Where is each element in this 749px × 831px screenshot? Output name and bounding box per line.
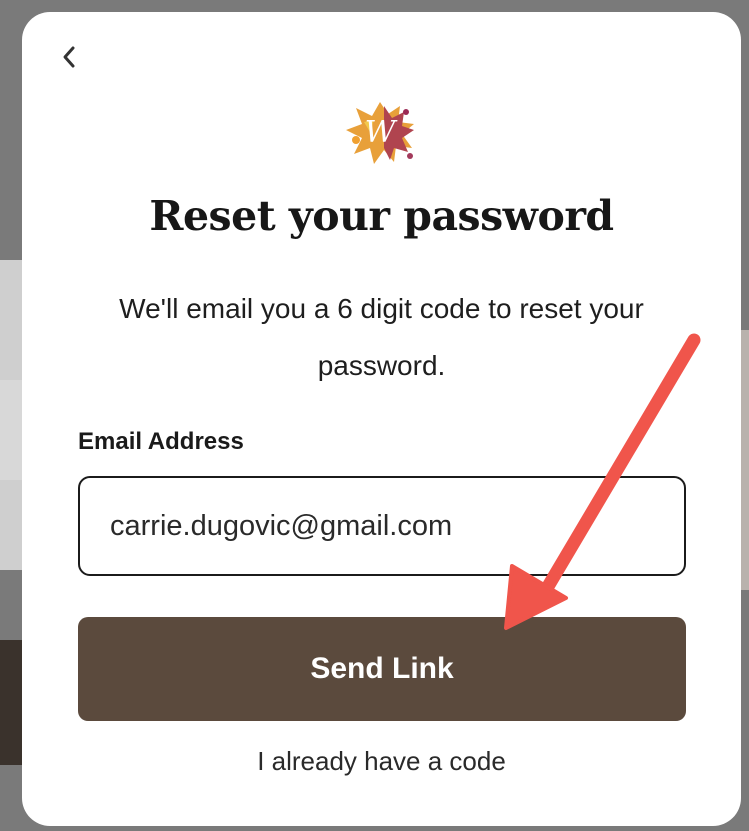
reset-password-dialog: W Reset your password We'll email you a … xyxy=(22,12,741,826)
already-have-code-link[interactable]: I already have a code xyxy=(22,746,741,777)
backdrop-panel xyxy=(0,380,24,480)
email-field[interactable] xyxy=(78,476,686,576)
w-splash-logo-icon: W xyxy=(346,102,414,164)
email-label: Email Address xyxy=(78,428,244,455)
back-button[interactable] xyxy=(54,42,84,72)
chevron-left-icon xyxy=(63,46,75,68)
backdrop-panel xyxy=(0,480,24,570)
svg-text:W: W xyxy=(365,115,398,150)
backdrop-panel xyxy=(0,640,24,765)
page-title: Reset your password xyxy=(149,192,614,240)
backdrop-panel xyxy=(0,260,24,380)
page-subtitle: We'll email you a 6 digit code to reset … xyxy=(119,293,644,381)
send-link-button[interactable]: Send Link xyxy=(78,617,686,721)
